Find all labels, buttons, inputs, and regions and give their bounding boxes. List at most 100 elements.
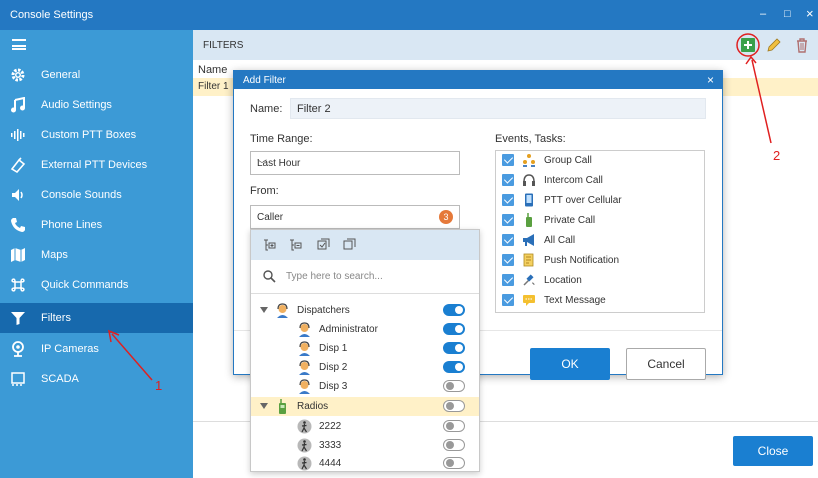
tree-label: Disp 2 [319, 362, 348, 373]
count-badge: 3 [439, 210, 453, 224]
group-call-icon [523, 154, 535, 167]
tree-item-2222[interactable]: 2222 [251, 417, 479, 436]
scada-icon [11, 372, 25, 386]
tree-item-4444[interactable]: 4444 [251, 454, 479, 473]
toggle-switch[interactable] [443, 380, 465, 392]
toggle-switch[interactable] [443, 304, 465, 316]
dispatcher-icon [299, 322, 310, 337]
name-input[interactable]: Filter 2 [290, 98, 706, 119]
filter-icon [11, 312, 25, 325]
sidebar-item-phone-lines[interactable]: Phone Lines [0, 210, 193, 240]
dispatcher-group-icon [277, 303, 288, 318]
event-checkbox[interactable] [502, 214, 514, 226]
event-label: All Call [544, 235, 576, 246]
tree-item-disp-3[interactable]: Disp 3 [251, 377, 479, 396]
events-label: Events, Tasks: [495, 133, 566, 145]
event-item-private-call[interactable]: Private Call [502, 212, 702, 230]
dispatcher-icon [299, 360, 310, 375]
delete-filter-button[interactable] [793, 36, 811, 54]
sidebar-item-label: SCADA [41, 373, 79, 385]
toggle-switch[interactable] [443, 323, 465, 335]
expand-all-icon[interactable] [263, 238, 276, 251]
maximize-button[interactable]: □ [784, 8, 791, 20]
event-label: PTT over Cellular [544, 195, 622, 206]
search-placeholder: Type here to search... [286, 271, 383, 282]
event-item-location[interactable]: Location [502, 272, 702, 290]
minimize-button[interactable]: – [760, 8, 766, 20]
event-item-push-notification[interactable]: Push Notification [502, 252, 702, 270]
expand-triangle-icon[interactable] [260, 403, 268, 409]
tree-label: Dispatchers [297, 305, 350, 316]
sidebar-item-console-sounds[interactable]: Console Sounds [0, 180, 193, 210]
close-window-button[interactable]: × [806, 6, 814, 21]
toggle-switch[interactable] [443, 457, 465, 469]
equalizer-icon [11, 129, 25, 141]
toggle-switch[interactable] [443, 361, 465, 373]
add-filter-button[interactable] [739, 36, 757, 54]
event-item-text-message[interactable]: Text Message [502, 292, 702, 310]
message-icon [523, 295, 535, 306]
event-checkbox[interactable] [502, 174, 514, 186]
toggle-switch[interactable] [443, 420, 465, 432]
event-checkbox[interactable] [502, 154, 514, 166]
deselect-all-icon[interactable] [343, 238, 356, 251]
tree-group-radios[interactable]: Radios [251, 397, 479, 416]
caller-dropdown: Type here to search... Dispatchers Admin… [250, 229, 480, 472]
sidebar-item-external-ptt-devices[interactable]: External PTT Devices [0, 150, 193, 180]
column-header-name[interactable]: Name [198, 64, 227, 76]
sidebar-item-audio-settings[interactable]: Audio Settings [0, 90, 193, 120]
toggle-switch[interactable] [443, 342, 465, 354]
radio-group-icon [279, 399, 286, 414]
sidebar-item-maps[interactable]: Maps [0, 240, 193, 270]
sidebar-item-label: Quick Commands [41, 279, 129, 291]
tree-label: 4444 [319, 458, 342, 469]
sidebar-item-custom-ptt-boxes[interactable]: Custom PTT Boxes [0, 120, 193, 150]
event-checkbox[interactable] [502, 194, 514, 206]
tree-label: Administrator [319, 324, 378, 335]
dialog-close-icon[interactable]: × [707, 73, 714, 87]
sidebar-item-label: Filters [41, 312, 71, 324]
sidebar-item-filters[interactable]: Filters [0, 303, 193, 333]
satellite-icon [523, 274, 535, 286]
event-checkbox[interactable] [502, 294, 514, 306]
event-checkbox[interactable] [502, 274, 514, 286]
edit-filter-button[interactable] [765, 36, 783, 54]
dispatcher-icon [299, 379, 310, 394]
event-checkbox[interactable] [502, 254, 514, 266]
sidebar-item-ip-cameras[interactable]: IP Cameras [0, 334, 193, 364]
ok-button[interactable]: OK [530, 348, 610, 380]
tree-item-disp-1[interactable]: Disp 1 [251, 339, 479, 358]
tree-item-disp-2[interactable]: Disp 2 [251, 358, 479, 377]
event-checkbox[interactable] [502, 234, 514, 246]
select-all-icon[interactable] [317, 238, 330, 251]
toggle-switch[interactable] [443, 400, 465, 412]
sidebar-item-label: Console Sounds [41, 189, 122, 201]
event-item-group-call[interactable]: Group Call [502, 152, 702, 170]
toggle-switch[interactable] [443, 439, 465, 451]
annotation-label-1: 1 [155, 378, 163, 393]
music-note-icon [11, 97, 25, 113]
search-input[interactable]: Type here to search... [251, 260, 479, 294]
from-select[interactable]: Caller 3 [250, 205, 460, 229]
cancel-button[interactable]: Cancel [626, 348, 706, 380]
sidebar-item-quick-commands[interactable]: Quick Commands [0, 270, 193, 300]
tree-item-administrator[interactable]: Administrator [251, 320, 479, 339]
close-button[interactable]: Close [733, 436, 813, 466]
sidebar-item-label: Audio Settings [41, 99, 112, 111]
tree-item-3333[interactable]: 3333 [251, 436, 479, 455]
event-item-ptt-over-cellular[interactable]: PTT over Cellular [502, 192, 702, 210]
sidebar-item-scada[interactable]: SCADA [0, 364, 193, 394]
event-item-intercom-call[interactable]: Intercom Call [502, 172, 702, 190]
event-item-all-call[interactable]: All Call [502, 232, 702, 250]
menu-icon[interactable] [12, 39, 26, 50]
tree-group-dispatchers[interactable]: Dispatchers [251, 301, 479, 320]
expand-triangle-icon[interactable] [260, 307, 268, 313]
tree-label: Disp 3 [319, 381, 348, 392]
events-list: Group Call Intercom Call PTT over Cellul… [495, 150, 705, 313]
time-range-select[interactable]: Last Hour ﹀ [250, 151, 460, 175]
tree-label: 3333 [319, 440, 342, 451]
collapse-all-icon[interactable] [289, 238, 302, 251]
sidebar-item-label: General [41, 69, 81, 81]
sidebar-item-label: Maps [41, 249, 68, 261]
sidebar-item-general[interactable]: General [0, 60, 193, 90]
